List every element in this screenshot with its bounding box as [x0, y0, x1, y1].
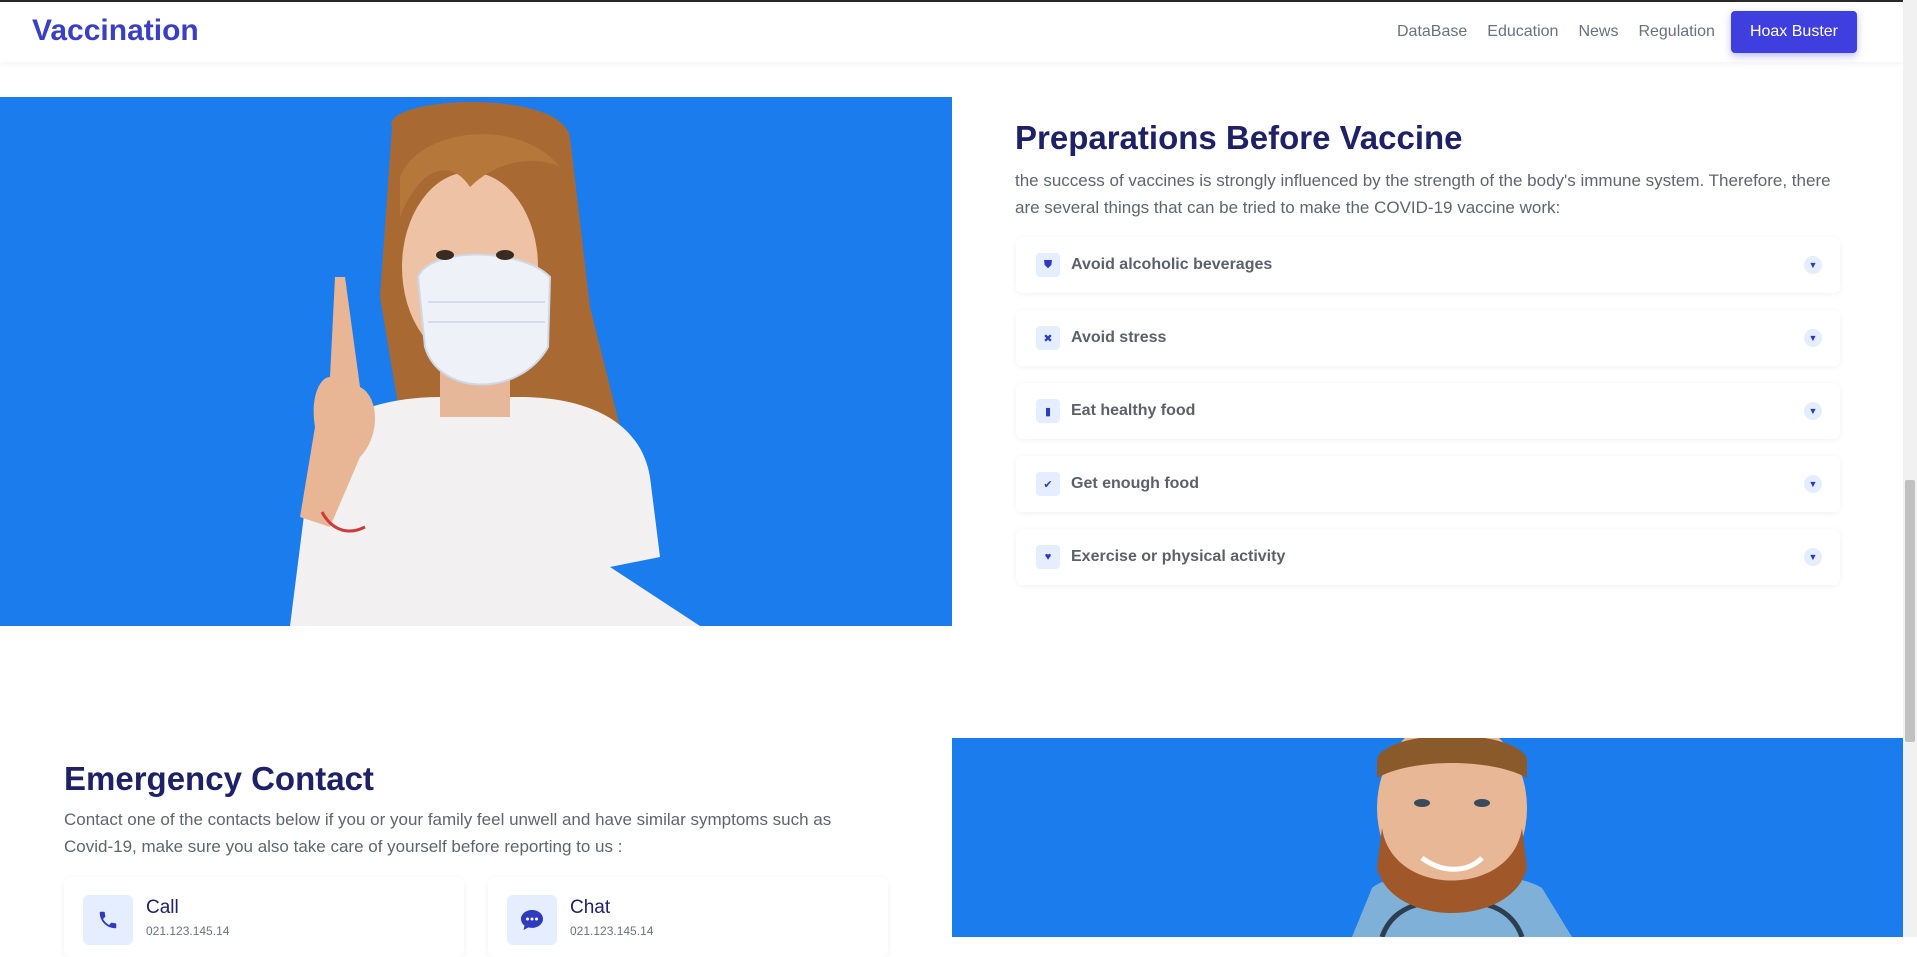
contact-card-call[interactable]: Call 021.123.145.14: [64, 877, 464, 957]
page-scrollbar[interactable]: [1903, 0, 1917, 937]
main-nav: DataBase Education News Regulation Hoax …: [1377, 11, 1857, 53]
emergency-title: Emergency Contact: [64, 760, 374, 797]
x-square-icon: ✖: [1036, 326, 1060, 350]
scrollbar-thumb[interactable]: [1905, 480, 1915, 742]
woman-mask-image: [0, 97, 952, 626]
contact-title: Call: [146, 897, 179, 918]
doctor-image: [952, 738, 1904, 937]
shield-icon: ⛊: [1036, 253, 1060, 277]
nav-link-regulation[interactable]: Regulation: [1638, 23, 1715, 41]
accordion-item-alcohol[interactable]: ⛊ Avoid alcoholic beverages ▼: [1016, 237, 1840, 293]
preparations-title: Preparations Before Vaccine: [1015, 119, 1463, 156]
phone-icon: [83, 895, 133, 945]
check-square-icon: ✔: [1036, 472, 1060, 496]
contact-number: 021.123.145.14: [146, 924, 230, 938]
accordion-label: Get enough food: [1071, 475, 1199, 492]
brand-logo[interactable]: Vaccination: [32, 14, 199, 48]
contact-number: 021.123.145.14: [570, 924, 654, 938]
contact-title: Chat: [570, 897, 611, 918]
preparations-description: the success of vaccines is strongly infl…: [1015, 171, 1831, 217]
accordion-item-healthy-food[interactable]: ▮ Eat healthy food ▼: [1016, 383, 1840, 439]
doctor-illustration: [1352, 738, 1572, 937]
chevron-down-icon[interactable]: ▼: [1804, 475, 1822, 493]
accordion-label: Eat healthy food: [1071, 402, 1196, 419]
navbar: Vaccination DataBase Education News Regu…: [0, 2, 1903, 62]
nav-link-news[interactable]: News: [1578, 23, 1618, 41]
chevron-down-icon[interactable]: ▼: [1804, 548, 1822, 566]
chevron-down-icon[interactable]: ▼: [1804, 329, 1822, 347]
chevron-down-icon[interactable]: ▼: [1804, 402, 1822, 420]
chevron-down-icon[interactable]: ▼: [1804, 256, 1822, 274]
chat-icon: [507, 895, 557, 945]
emergency-description: Contact one of the contacts below if you…: [64, 810, 832, 856]
accordion-label: Exercise or physical activity: [1071, 548, 1286, 565]
hoax-buster-button[interactable]: Hoax Buster: [1730, 11, 1857, 53]
accordion-label: Avoid alcoholic beverages: [1071, 256, 1273, 273]
nav-link-education[interactable]: Education: [1487, 23, 1558, 41]
bar-chart-icon: ▮: [1036, 399, 1060, 423]
woman-illustration: [290, 102, 700, 626]
accordion-label: Avoid stress: [1071, 329, 1167, 346]
accordion-item-exercise[interactable]: ♥ Exercise or physical activity ▼: [1016, 529, 1840, 585]
accordion-item-stress[interactable]: ✖ Avoid stress ▼: [1016, 310, 1840, 366]
nav-link-database[interactable]: DataBase: [1397, 23, 1467, 41]
accordion-item-enough-food[interactable]: ✔ Get enough food ▼: [1016, 456, 1840, 512]
heart-icon: ♥: [1036, 545, 1060, 569]
contact-card-chat[interactable]: Chat 021.123.145.14: [488, 877, 888, 957]
